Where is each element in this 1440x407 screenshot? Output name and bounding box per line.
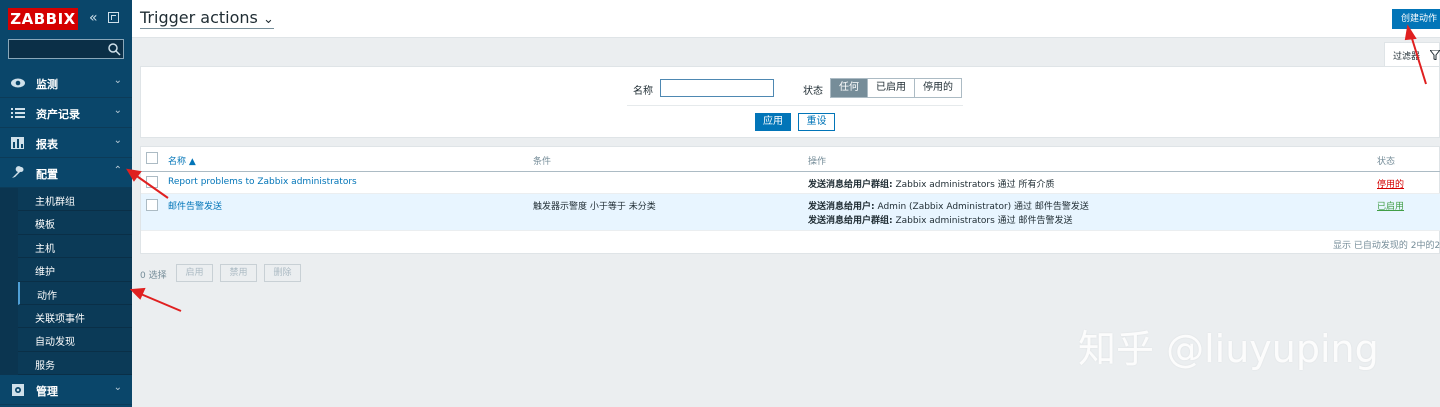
annotation-arrow-create: [1409, 31, 1427, 85]
annotation-arrowhead: [126, 168, 142, 182]
annotation-arrow-actions: [135, 291, 182, 312]
watermark: 知乎 @liuyuping: [1078, 327, 1379, 371]
annotation-arrowhead: [129, 287, 146, 300]
annotation-arrowhead: [1404, 24, 1417, 41]
